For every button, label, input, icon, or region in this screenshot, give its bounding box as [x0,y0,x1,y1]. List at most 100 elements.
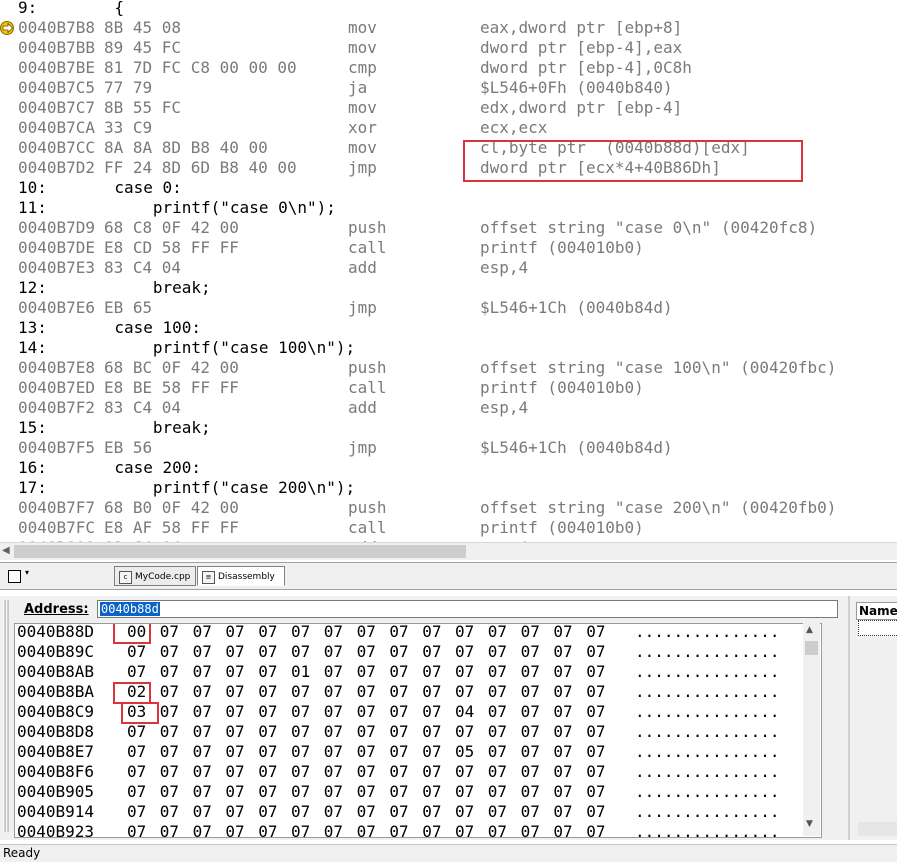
memory-byte[interactable]: 07 [488,642,507,662]
memory-byte[interactable]: 07 [586,642,605,662]
memory-byte[interactable]: 07 [324,722,343,742]
memory-byte[interactable]: 07 [488,702,507,722]
memory-byte[interactable]: 07 [389,662,408,682]
memory-byte[interactable]: 07 [357,642,376,662]
memory-byte[interactable]: 07 [455,762,474,782]
memory-byte[interactable]: 07 [488,802,507,822]
watch-name-cell[interactable] [858,620,897,636]
memory-byte[interactable]: 07 [389,822,408,837]
memory-byte[interactable]: 07 [258,682,277,702]
memory-byte[interactable]: 07 [586,682,605,702]
memory-byte[interactable]: 07 [521,624,540,642]
memory-byte[interactable]: 07 [225,762,244,782]
memory-byte[interactable]: 07 [291,624,310,642]
memory-byte[interactable]: 07 [389,802,408,822]
memory-byte[interactable]: 07 [389,702,408,722]
memory-byte[interactable]: 07 [455,722,474,742]
memory-byte[interactable]: 07 [193,742,212,762]
memory-byte[interactable]: 07 [193,624,212,642]
memory-byte[interactable]: 07 [422,722,441,742]
memory-byte[interactable]: 07 [422,762,441,782]
memory-byte[interactable]: 07 [193,822,212,837]
memory-byte[interactable]: 07 [160,722,179,742]
memory-byte[interactable]: 07 [389,742,408,762]
memory-byte[interactable]: 07 [422,702,441,722]
memory-byte[interactable]: 07 [324,822,343,837]
memory-byte[interactable]: 07 [291,682,310,702]
memory-byte[interactable]: 07 [488,762,507,782]
scrollbar-thumb[interactable] [14,545,466,558]
memory-byte[interactable]: 07 [553,722,572,742]
memory-byte[interactable]: 07 [553,682,572,702]
memory-byte[interactable]: 07 [193,722,212,742]
memory-byte[interactable]: 07 [586,742,605,762]
memory-byte[interactable]: 07 [357,624,376,642]
memory-byte[interactable]: 07 [586,624,605,642]
memory-byte[interactable]: 07 [553,624,572,642]
memory-byte[interactable]: 07 [193,642,212,662]
memory-byte[interactable]: 07 [389,642,408,662]
memory-byte[interactable]: 07 [488,782,507,802]
memory-byte[interactable]: 07 [193,702,212,722]
memory-byte[interactable]: 07 [553,802,572,822]
memory-byte[interactable]: 07 [521,662,540,682]
instruction-line[interactable]: 0040B7DE E8 CD 58 FF FF call printf (004010… [0,238,897,258]
memory-byte[interactable]: 07 [258,702,277,722]
memory-byte[interactable]: 07 [357,682,376,702]
instruction-line[interactable]: 0040B7ED E8 BE 58 FF FF call printf (004010… [0,378,897,398]
memory-byte[interactable]: 07 [291,762,310,782]
memory-byte[interactable]: 07 [193,762,212,782]
memory-byte[interactable]: 07 [324,662,343,682]
memory-byte[interactable]: 07 [389,722,408,742]
memory-byte[interactable]: 07 [193,782,212,802]
memory-byte[interactable]: 07 [521,682,540,702]
memory-byte[interactable]: 07 [521,702,540,722]
memory-byte[interactable]: 07 [422,802,441,822]
memory-byte[interactable]: 07 [127,662,146,682]
memory-byte[interactable]: 07 [389,782,408,802]
memory-byte[interactable]: 07 [160,642,179,662]
memory-byte[interactable]: 07 [291,702,310,722]
source-line[interactable]: 13: case 100: [0,318,897,338]
tab-disassembly[interactable]: ≡ Disassembly [197,566,285,586]
instruction-line[interactable]: 0040B7CA 33 C9 xor ecx,ecx [0,118,897,138]
memory-byte[interactable]: 07 [422,624,441,642]
instruction-line[interactable]: 0040B7F7 68 B0 0F 42 00 push offset string … [0,498,897,518]
memory-byte[interactable]: 07 [225,642,244,662]
memory-byte[interactable]: 07 [422,822,441,837]
memory-byte[interactable]: 07 [127,762,146,782]
memory-byte[interactable]: 07 [258,624,277,642]
memory-byte[interactable]: 07 [488,624,507,642]
instruction-line[interactable]: 0040B7BB 89 45 FC mov dword ptr [ebp-4],eax [0,38,897,58]
memory-byte[interactable]: 07 [225,742,244,762]
memory-byte[interactable]: 07 [160,624,179,642]
memory-byte[interactable]: 07 [127,782,146,802]
memory-byte[interactable]: 07 [553,742,572,762]
instruction-line[interactable]: 0040B7B8 8B 45 08 mov eax,dword ptr [ebp+8] [0,18,897,38]
memory-byte[interactable]: 07 [160,742,179,762]
instruction-line[interactable]: 0040B7C5 77 79 ja $L546+0Fh (0040b840) [0,78,897,98]
memory-byte[interactable]: 07 [324,682,343,702]
memory-byte[interactable]: 07 [258,782,277,802]
memory-byte[interactable]: 07 [291,722,310,742]
memory-byte[interactable]: 07 [553,822,572,837]
memory-byte[interactable]: 07 [324,782,343,802]
memory-byte[interactable]: 07 [324,802,343,822]
scrollbar-thumb[interactable] [805,641,818,655]
memory-byte[interactable]: 07 [422,662,441,682]
source-line[interactable]: 11: printf("case 0\n"); [0,198,897,218]
memory-byte[interactable]: 07 [160,662,179,682]
memory-byte[interactable]: 07 [258,642,277,662]
tab-mycode-cpp[interactable]: c MyCode.cpp [114,566,196,586]
memory-byte[interactable]: 07 [488,822,507,837]
memory-byte[interactable]: 07 [160,702,179,722]
memory-byte[interactable]: 07 [225,662,244,682]
memory-byte[interactable]: 07 [357,822,376,837]
watch-horizontal-scrollbar[interactable] [858,822,897,836]
memory-byte[interactable]: 07 [160,762,179,782]
source-line[interactable]: 12: break; [0,278,897,298]
source-line[interactable]: 14: printf("case 100\n"); [0,338,897,358]
instruction-line[interactable]: 0040B7E8 68 BC 0F 42 00 push offset string … [0,358,897,378]
memory-byte[interactable]: 07 [258,822,277,837]
memory-byte[interactable]: 07 [258,762,277,782]
